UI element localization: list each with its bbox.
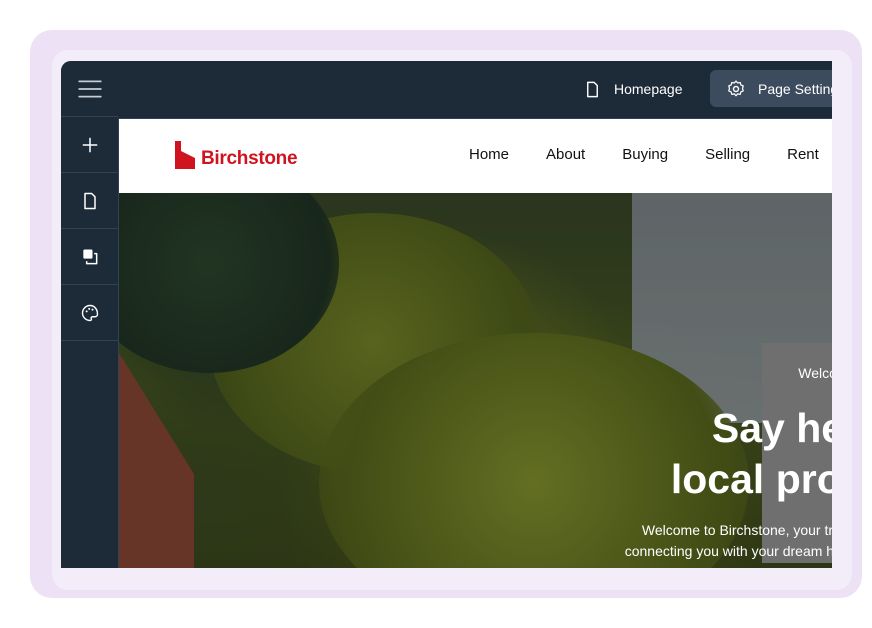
hero-text: Welcome to Birchstone Say hello to local… <box>502 365 832 562</box>
hero-subtitle-line1: Welcome to Birchstone, your trusted loca… <box>641 522 832 538</box>
nav-link-rent[interactable]: Rent <box>787 146 819 163</box>
add-button[interactable] <box>61 117 118 173</box>
editor-topbar: Homepage Page Settings <box>118 61 832 119</box>
nav-link-about[interactable]: About <box>546 146 585 163</box>
page-icon <box>83 192 96 209</box>
nav-link-buying[interactable]: Buying <box>622 146 668 163</box>
pages-button[interactable] <box>61 173 118 229</box>
gear-icon <box>728 79 744 96</box>
logo-text: Birchstone <box>201 148 298 169</box>
logo-mark-icon <box>175 141 195 169</box>
hero-headline: Say hello to local property <box>502 403 832 505</box>
hero-headline-line1: Say hello to <box>711 405 832 451</box>
hero-subtitle: Welcome to Birchstone, your trusted loca… <box>502 520 832 562</box>
page-selector-label: Homepage <box>614 81 683 97</box>
site-preview: Birchstone Home About Buying Selling Ren… <box>119 119 832 568</box>
site-header: Birchstone Home About Buying Selling Ren… <box>119 119 832 193</box>
hero-headline-line2: local property <box>670 456 832 502</box>
page-settings-button[interactable]: Page Settings <box>710 70 832 107</box>
layers-button[interactable] <box>61 229 118 285</box>
page-settings-label: Page Settings <box>758 80 832 97</box>
hamburger-icon <box>77 80 102 97</box>
nav-link-selling[interactable]: Selling <box>705 146 750 163</box>
palette-icon <box>81 304 98 321</box>
menu-button[interactable] <box>61 61 118 117</box>
theme-button[interactable] <box>61 285 118 341</box>
nav-link-home[interactable]: Home <box>469 146 509 163</box>
hero-subtitle-line2: connecting you with your dream home, off… <box>624 543 832 559</box>
site-logo[interactable]: Birchstone <box>175 141 298 169</box>
page-selector[interactable]: Homepage <box>579 71 687 107</box>
layers-icon <box>82 249 97 264</box>
editor-window: Homepage Page Settings Birchstone Home A… <box>61 61 832 568</box>
editor-sidebar <box>61 61 119 568</box>
plus-icon <box>82 137 97 152</box>
hero-kicker: Welcome to Birchstone <box>798 365 832 381</box>
hero-section: Welcome to Birchstone Say hello to local… <box>119 193 832 568</box>
page-icon <box>587 81 598 97</box>
site-nav-menu: Home About Buying Selling Rent <box>469 146 819 163</box>
